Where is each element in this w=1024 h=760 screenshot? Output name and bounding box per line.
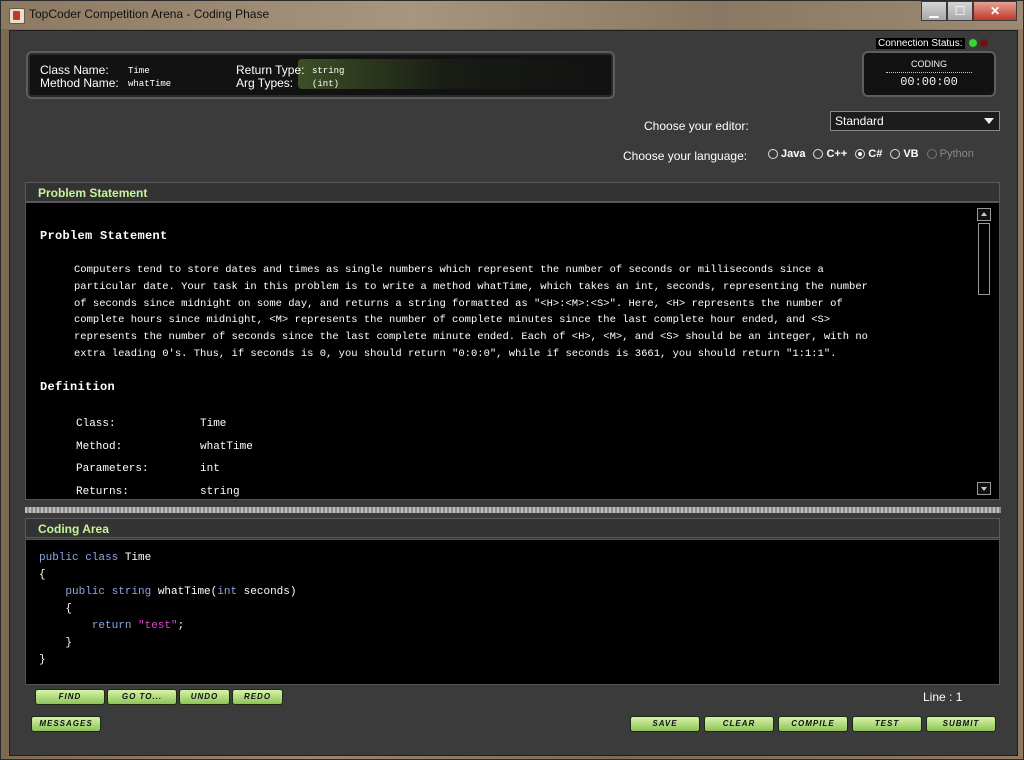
arg-types-value: (int)	[312, 79, 340, 89]
language-option-java[interactable]: Java	[768, 148, 805, 160]
editor-select[interactable]: Standard	[830, 111, 1000, 131]
problem-statement-body[interactable]: Problem Statement Computers tend to stor…	[25, 202, 1000, 500]
statement-paragraph: Computers tend to store dates and times …	[74, 264, 868, 360]
connection-led-green-icon	[969, 39, 977, 47]
client-area: Class Name: Time Method Name: whatTime R…	[9, 30, 1018, 756]
radio-icon	[926, 149, 937, 159]
return-type-label: Return Type:	[236, 63, 305, 77]
chevron-down-icon	[984, 118, 994, 124]
connection-status-label: Connection Status:	[876, 38, 965, 49]
coding-area-panel-title: Coding Area	[38, 522, 109, 536]
code-text[interactable]: public class Time { public string whatTi…	[39, 550, 296, 669]
editor-label: Choose your editor:	[644, 119, 749, 133]
clear-button[interactable]: Clear	[704, 716, 774, 732]
statement-heading: Problem Statement	[40, 229, 168, 243]
method-name-value: whatTime	[128, 79, 172, 89]
find-button[interactable]: Find	[35, 689, 105, 705]
scroll-up-icon[interactable]	[977, 208, 991, 221]
definition-heading: Definition	[40, 380, 116, 394]
arg-types-label: Arg Types:	[236, 76, 294, 90]
class-name-value: Time	[128, 66, 150, 76]
line-status: Line : 1	[923, 690, 963, 704]
goto-button[interactable]: Go to...	[107, 689, 177, 705]
definition-parameters-label: Parameters:	[76, 463, 149, 475]
redo-button[interactable]: Redo	[232, 689, 283, 705]
radio-selected-icon	[855, 149, 866, 159]
window-title: TopCoder Competition Arena - Coding Phas…	[29, 7, 270, 21]
language-label: Choose your language:	[623, 149, 748, 163]
coding-area-header: Coding Area	[25, 518, 1000, 538]
submit-button[interactable]: Submit	[926, 716, 996, 732]
radio-icon	[768, 149, 778, 159]
definition-returns-label: Returns:	[76, 486, 129, 498]
title-bar[interactable]: TopCoder Competition Arena - Coding Phas…	[1, 1, 1023, 29]
split-pane-divider[interactable]	[25, 507, 1001, 513]
app-icon	[9, 8, 25, 24]
editor-selected-value: Standard	[835, 114, 884, 128]
statement-scrollbar[interactable]	[977, 208, 991, 495]
language-option-python: Python	[926, 148, 974, 160]
timer-box: CODING 00:00:00	[862, 51, 996, 97]
definition-method-value: whatTime	[200, 441, 253, 453]
class-name-label: Class Name:	[40, 63, 109, 77]
save-button[interactable]: Save	[630, 716, 700, 732]
language-option-vb[interactable]: VB	[890, 148, 919, 160]
test-button[interactable]: Test	[852, 716, 922, 732]
definition-class-value: Time	[200, 418, 227, 430]
method-name-label: Method Name:	[40, 76, 119, 90]
language-option-cpp[interactable]: C++	[813, 148, 847, 160]
return-type-value: string	[312, 66, 345, 76]
scroll-thumb[interactable]	[978, 223, 990, 295]
app-window: TopCoder Competition Arena - Coding Phas…	[0, 0, 1024, 760]
definition-parameters-value: int	[200, 463, 220, 475]
timer-value: 00:00:00	[900, 75, 958, 89]
language-radio-group: Java C++ C# VB Python	[768, 148, 982, 160]
close-button[interactable]: ✕	[973, 1, 1017, 21]
definition-class-label: Class:	[76, 418, 116, 430]
scroll-down-icon[interactable]	[977, 482, 991, 495]
minimize-button[interactable]: ▁	[921, 1, 947, 21]
messages-button[interactable]: Messages	[31, 716, 101, 732]
radio-icon	[813, 149, 824, 159]
code-editor[interactable]: public class Time { public string whatTi…	[25, 539, 1000, 685]
compile-button[interactable]: Compile	[778, 716, 848, 732]
definition-method-label: Method:	[76, 441, 123, 453]
radio-icon	[890, 149, 901, 159]
language-option-csharp[interactable]: C#	[855, 148, 882, 160]
undo-button[interactable]: Undo	[179, 689, 230, 705]
phase-label: CODING	[911, 59, 947, 69]
connection-led-red-icon	[980, 39, 988, 47]
problem-statement-header: Problem Statement	[25, 182, 1000, 202]
problem-statement-panel-title: Problem Statement	[38, 186, 148, 200]
problem-info-box: Class Name: Time Method Name: whatTime R…	[26, 51, 615, 99]
maximize-button[interactable]: ☐	[947, 1, 973, 21]
definition-returns-value: string	[200, 486, 240, 498]
